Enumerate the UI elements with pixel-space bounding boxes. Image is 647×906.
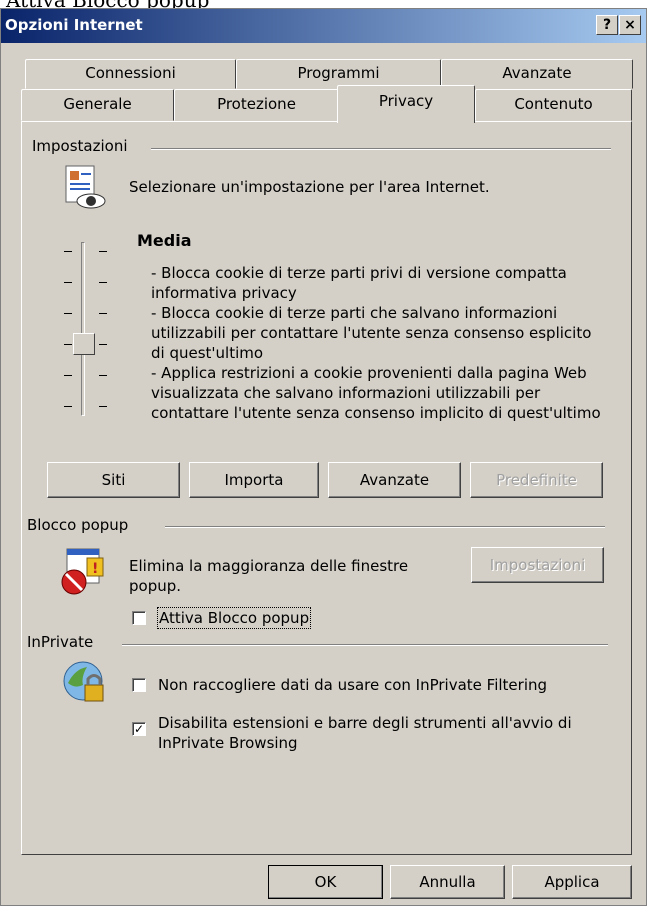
level-desc-line: informativa privacy [151,284,297,302]
level-desc-line: visualizzata che salvano informazioni ut… [151,384,541,402]
slider-tick [99,406,107,407]
settings-group-label: Impostazioni [32,137,134,155]
popup-settings-button[interactable]: Impostazioni [471,547,604,583]
inprivate-group-line [122,644,608,646]
popup-desc-line1: Elimina la maggioranza delle finestre [129,557,409,575]
tab-privacy[interactable]: Privacy [337,85,475,123]
tab-connessioni[interactable]: Connessioni [25,59,236,89]
background-text: Attiva Blocco popup [0,0,647,8]
tab-generale[interactable]: Generale [21,89,174,121]
privacy-intro-text: Selezionare un'impostazione per l'area I… [129,178,490,196]
popup-desc-line2: popup. [129,577,182,595]
popup-group-label: Blocco popup [27,516,135,534]
level-desc-line: utilizzabili per contattare l'utente sen… [151,324,592,342]
inprivate-filtering-label[interactable]: Non raccogliere dati da usare con InPriv… [158,675,547,695]
inprivate-disable-ext-line1[interactable]: Disabilita estensioni e barre degli stru… [158,713,572,733]
window-title: Opzioni Internet [5,16,143,34]
inprivate-group-label: InPrivate [27,633,100,651]
slider-tick [99,282,107,283]
level-desc-line: - Blocca cookie di terze parti che salva… [151,304,558,322]
advanced-button[interactable]: Avanzate [328,462,461,498]
slider-tick [99,313,107,314]
level-desc-line: - Applica restrizioni a cookie provenien… [151,364,587,382]
ok-button[interactable]: OK [268,865,383,899]
slider-tick [99,251,107,252]
slider-thumb[interactable] [73,333,95,355]
import-button[interactable]: Importa [189,462,319,498]
tab-protezione[interactable]: Protezione [174,89,339,121]
inprivate-lock-icon [63,661,104,702]
slider-tick [64,406,72,407]
popup-enable-label[interactable]: Attiva Blocco popup [157,607,312,629]
inprivate-disable-ext-line2[interactable]: InPrivate Browsing [158,733,298,753]
close-button[interactable]: × [619,15,641,35]
tab-contenuto[interactable]: Contenuto [475,89,632,121]
slider-tick [64,313,72,314]
inprivate-disable-ext-checkbox[interactable]: ✓ [132,722,146,736]
cancel-button[interactable]: Annulla [390,865,505,899]
help-button[interactable]: ? [596,15,618,35]
default-button[interactable]: Predefinite [470,462,603,498]
level-desc-line: - Blocca cookie di terze parti privi di … [151,264,567,282]
svg-text:!: ! [92,561,98,577]
internet-options-dialog: Opzioni Internet ? × Connessioni Program… [0,8,647,906]
slider-tick [64,344,72,345]
inprivate-filtering-checkbox[interactable] [132,678,146,692]
popup-group-line [165,526,605,528]
popup-blocker-icon: ! [61,548,104,595]
popup-enable-checkbox[interactable] [132,611,146,625]
privacy-level-title: Media [137,231,192,250]
slider-track [81,242,85,416]
level-desc-line: di quest'ultimo [151,344,264,362]
slider-tick [99,375,107,376]
settings-group-line [151,148,611,150]
apply-button[interactable]: Applica [512,865,632,899]
title-bar[interactable]: Opzioni Internet ? × [1,9,646,43]
slider-tick [99,344,107,345]
slider-tick [64,251,72,252]
privacy-document-eye-icon [65,165,106,209]
sites-button[interactable]: Siti [47,462,180,498]
slider-tick [64,375,72,376]
slider-tick [64,282,72,283]
level-desc-line: contattare l'utente senza consenso impli… [151,404,601,422]
